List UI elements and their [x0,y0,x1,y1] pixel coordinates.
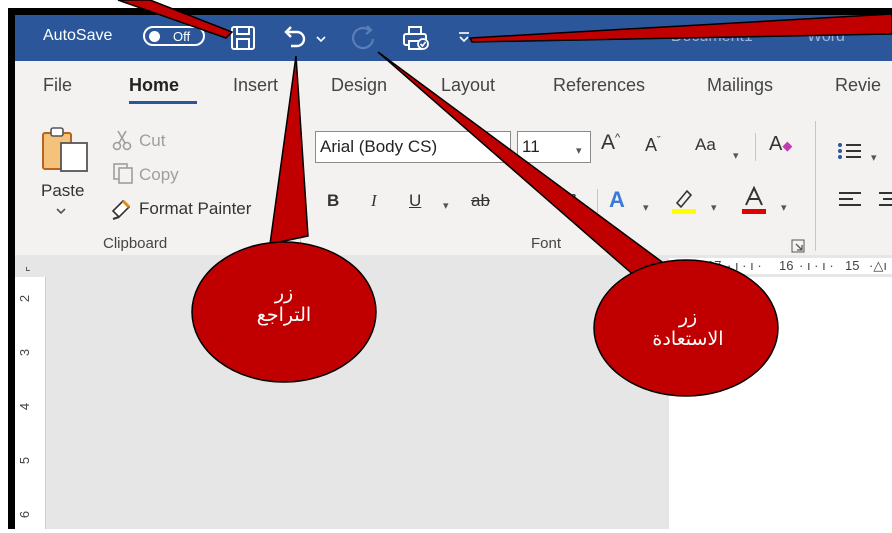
undo-callout-line2: التراجع [256,304,312,326]
callout-overlay [117,0,892,397]
redo-callout-text: زر الاستعادة [628,306,748,350]
arrow-to-save [117,0,234,39]
arrow-to-customize [468,13,892,43]
undo-callout-line1: زر [274,282,294,304]
redo-callout-pointer [377,51,702,299]
undo-callout-text: زر التراجع [234,282,334,326]
redo-callout-line1: زر [678,306,698,328]
undo-callout-pointer [269,55,309,245]
redo-callout-line2: الاستعادة [652,328,724,350]
